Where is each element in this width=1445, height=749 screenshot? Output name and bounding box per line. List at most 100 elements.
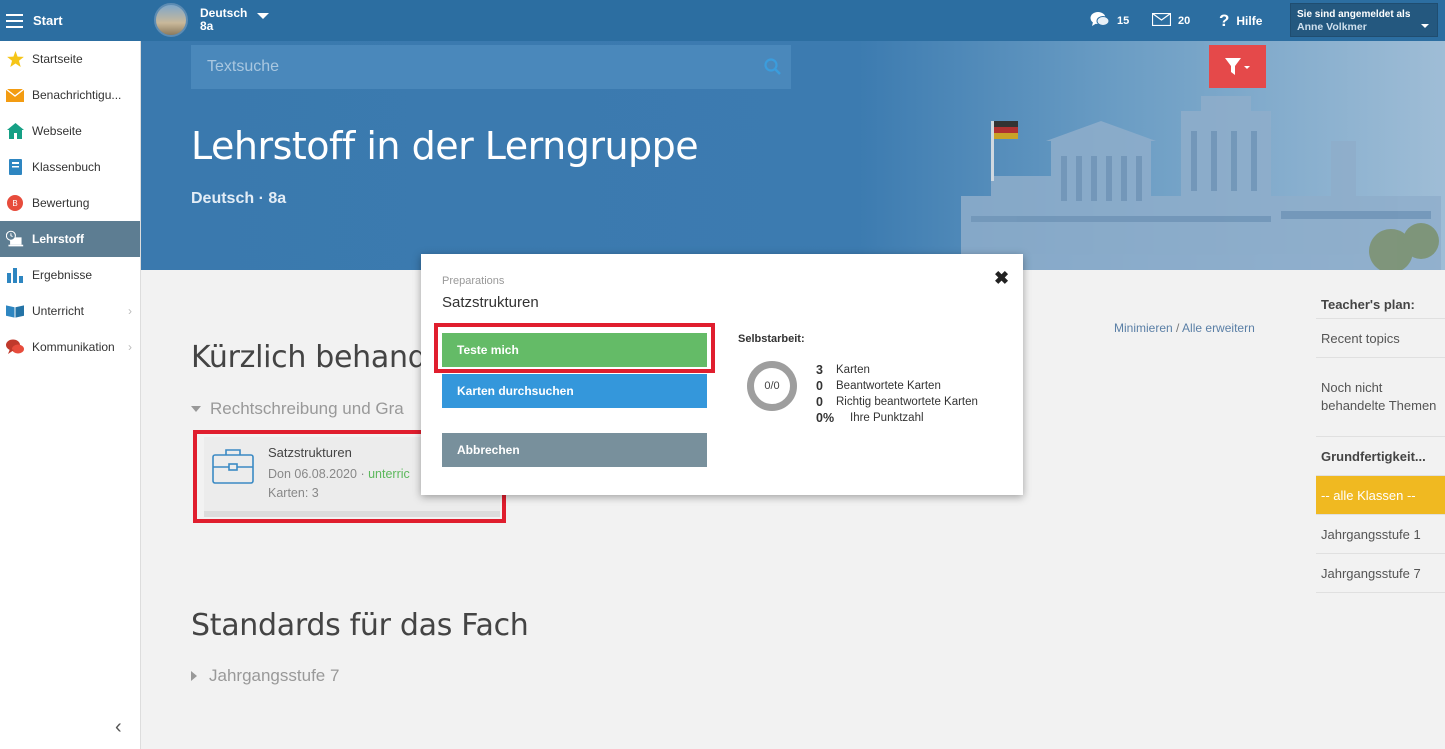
- grade-level-1-filter[interactable]: Jahrgangsstufe 1: [1316, 515, 1445, 554]
- stat-value: 0: [816, 395, 823, 409]
- clock-laptop-icon: [6, 230, 24, 248]
- home-icon: [6, 122, 24, 140]
- search-icon[interactable]: [764, 58, 781, 80]
- hero-banner: Textsuche Lehrstoff in der Lerngruppe De…: [141, 41, 1445, 270]
- chevron-down-icon: [257, 13, 270, 19]
- stat-value: 0%: [816, 411, 835, 425]
- briefcase-icon: [212, 447, 254, 490]
- messages-count: 15: [1117, 14, 1130, 27]
- card-count: Karten: 3: [268, 486, 319, 500]
- user-name: Anne Volkmer: [1297, 21, 1367, 33]
- card-date-line: Don 06.08.2020 · unterric: [268, 467, 410, 481]
- hamburger-icon: [6, 13, 23, 28]
- text-search-input[interactable]: Textsuche: [191, 45, 791, 89]
- messages-button[interactable]: 15: [1090, 0, 1129, 41]
- sidebar-item-label: Startseite: [32, 52, 83, 66]
- page-subtitle: Deutsch · 8a: [191, 190, 287, 207]
- untreated-topics-link[interactable]: Noch nicht behandelte Themen: [1316, 358, 1445, 437]
- sidebar-item-webseite[interactable]: Webseite: [0, 113, 140, 149]
- minimize-link[interactable]: Minimieren: [1114, 321, 1173, 335]
- stat-label: Richtig beantwortete Karten: [836, 396, 978, 408]
- stat-row: 0 Beantwortete Karten: [816, 378, 978, 394]
- user-menu[interactable]: Sie sind angemeldet als Anne Volkmer: [1290, 3, 1438, 37]
- caret-right-icon: [191, 671, 197, 681]
- sidebar-item-label: Klassenbuch: [32, 160, 101, 174]
- help-button[interactable]: ? Hilfe: [1219, 0, 1262, 41]
- sidebar-item-label: Benachrichtigu...: [32, 88, 122, 102]
- group-class: 8a: [200, 19, 214, 33]
- chat-bubbles-icon: [1090, 11, 1110, 31]
- page-title: Lehrstoff in der Lerngruppe: [191, 124, 699, 168]
- cancel-button[interactable]: Abbrechen: [442, 433, 707, 467]
- sidebar-item-label: Unterricht: [32, 304, 85, 318]
- stats-list: 3 Karten 0 Beantwortete Karten 0 Richtig be…: [816, 362, 978, 426]
- envelope-icon: [6, 86, 24, 104]
- close-icon[interactable]: ✖: [994, 268, 1009, 289]
- standards-group-toggle[interactable]: Jahrgangsstufe 7: [191, 666, 339, 686]
- dialog-title: Satzstrukturen: [442, 294, 539, 311]
- group-switcher[interactable]: Deutsch 8a: [154, 3, 270, 37]
- group-avatar: [154, 3, 188, 37]
- chevron-down-icon: [1421, 24, 1429, 28]
- dialog-breadcrumb: Preparations: [442, 275, 505, 287]
- sidebar: Startseite Benachrichtigu... Webseite Kl…: [0, 41, 141, 749]
- recent-section-title: Kürzlich behand: [191, 340, 427, 375]
- star-icon: [6, 50, 24, 68]
- bar-chart-icon: [6, 266, 24, 284]
- svg-text:B: B: [12, 199, 17, 208]
- recent-topics-link[interactable]: Recent topics: [1316, 319, 1445, 358]
- grade-level-7-filter[interactable]: Jahrgangsstufe 7: [1316, 554, 1445, 593]
- links-separator: /: [1176, 321, 1180, 335]
- self-study-label: Selbstarbeit:: [738, 333, 805, 345]
- sidebar-item-label: Kommunikation: [32, 340, 115, 354]
- sidebar-item-bewertung[interactable]: B Bewertung: [0, 185, 140, 221]
- chevron-right-icon: ›: [128, 340, 132, 354]
- start-menu-button[interactable]: Start: [0, 0, 141, 41]
- stat-label: Karten: [836, 364, 870, 376]
- stat-row: 0% Ihre Punktzahl: [816, 410, 978, 426]
- recent-group-label: Rechtschreibung und Gra: [210, 399, 404, 418]
- start-label: Start: [33, 13, 63, 28]
- grade-icon: B: [6, 194, 24, 212]
- search-placeholder: Textsuche: [207, 58, 280, 75]
- teacher-plan-panel: Teacher's plan: Recent topics Noch nicht…: [1316, 290, 1445, 593]
- sidebar-item-klassenbuch[interactable]: Klassenbuch: [0, 149, 140, 185]
- envelope-icon: [1151, 12, 1172, 29]
- recent-group-toggle[interactable]: Rechtschreibung und Gra: [191, 399, 404, 419]
- card-title: Satzstrukturen: [268, 445, 352, 460]
- section-links: Minimieren / Alle erweitern: [1114, 321, 1255, 335]
- sidebar-item-ergebnisse[interactable]: Ergebnisse: [0, 257, 140, 293]
- stat-value: 3: [816, 363, 823, 377]
- card-date: Don 06.08.2020 ·: [268, 467, 369, 481]
- progress-ring: 0/0: [747, 361, 797, 411]
- chat-icon: [6, 338, 24, 356]
- top-bar: Start Deutsch 8a 15 20 ? Hilfe Sie sind …: [0, 0, 1445, 41]
- sidebar-item-unterricht[interactable]: Unterricht ›: [0, 293, 140, 329]
- logged-in-label: Sie sind angemeldet als: [1297, 9, 1411, 20]
- sidebar-item-lehrstoff[interactable]: Lehrstoff: [0, 221, 140, 257]
- standards-group-label: Jahrgangsstufe 7: [209, 666, 340, 685]
- open-book-icon: [6, 302, 24, 320]
- test-me-button[interactable]: Teste mich: [442, 333, 707, 367]
- reichstag-image: [961, 96, 1441, 270]
- sidebar-item-startseite[interactable]: Startseite: [0, 41, 140, 77]
- filter-icon: [1224, 57, 1250, 75]
- stat-row: 3 Karten: [816, 362, 978, 378]
- collapse-sidebar-icon[interactable]: ‹: [115, 716, 122, 739]
- card-status: unterric: [368, 467, 410, 481]
- progress-text: 0/0: [764, 380, 780, 392]
- sidebar-item-benachrichtigungen[interactable]: Benachrichtigu...: [0, 77, 140, 113]
- expand-all-link[interactable]: Alle erweitern: [1182, 321, 1255, 335]
- standards-section-title: Standards für das Fach: [191, 608, 529, 643]
- browse-cards-button[interactable]: Karten durchsuchen: [442, 374, 707, 408]
- stat-label: Ihre Punktzahl: [850, 412, 924, 424]
- chevron-right-icon: ›: [128, 304, 132, 318]
- sidebar-item-label: Lehrstoff: [32, 232, 84, 246]
- help-label: Hilfe: [1236, 13, 1263, 28]
- all-classes-filter[interactable]: -- alle Klassen --: [1316, 476, 1445, 515]
- filter-button[interactable]: [1209, 45, 1266, 88]
- teacher-plan-heading: Teacher's plan:: [1316, 290, 1445, 319]
- mail-button[interactable]: 20: [1151, 0, 1191, 41]
- sidebar-item-kommunikation[interactable]: Kommunikation ›: [0, 329, 140, 365]
- mail-count: 20: [1178, 14, 1191, 27]
